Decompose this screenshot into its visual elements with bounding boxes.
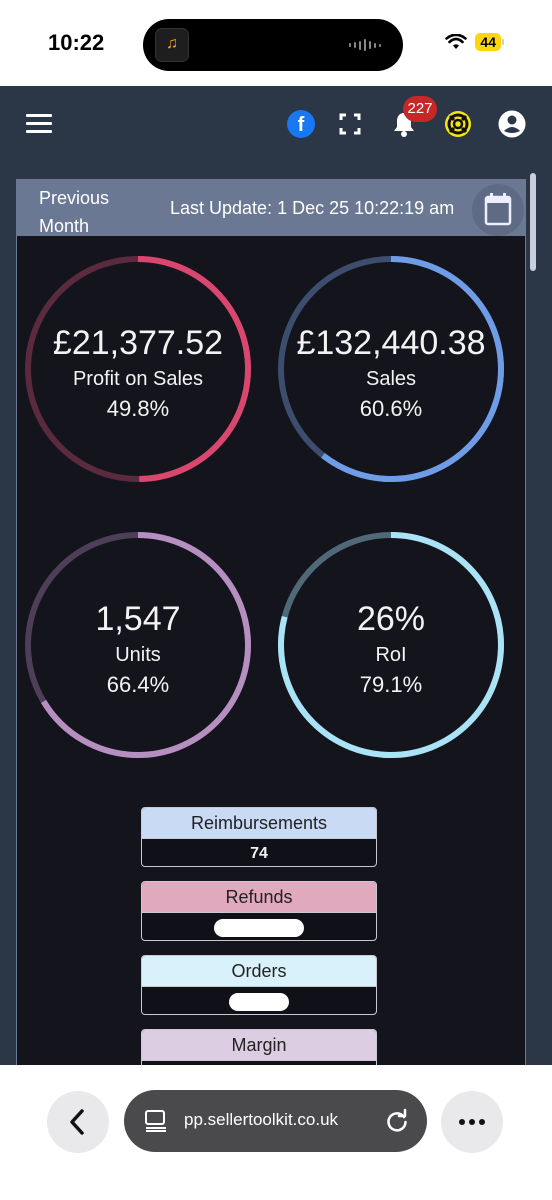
stat-refunds[interactable]: Refunds bbox=[141, 881, 377, 941]
more-button[interactable] bbox=[441, 1091, 503, 1153]
url-text: pp.sellertoolkit.co.uk bbox=[184, 1110, 339, 1129]
audio-wave-icon bbox=[349, 39, 381, 51]
gauge-percent: 79.1% bbox=[359, 672, 423, 697]
gauge-percent: 66.4% bbox=[106, 672, 170, 697]
back-icon bbox=[70, 1109, 84, 1135]
wifi-icon bbox=[445, 34, 468, 49]
period-label-line1: Previous bbox=[39, 188, 110, 208]
gauge-roi: 26% RoI 79.1% bbox=[276, 530, 506, 760]
stat-orders[interactable]: Orders bbox=[141, 955, 377, 1015]
gauge-value: 1,547 bbox=[95, 600, 181, 638]
notification-badge: 227 bbox=[403, 96, 437, 122]
period-label[interactable]: Previous Month bbox=[39, 184, 109, 240]
tabs-icon bbox=[145, 1110, 166, 1132]
help-icon[interactable] bbox=[444, 110, 472, 138]
last-update-text: Last Update: 1 Dec 25 10:22:19 am bbox=[170, 198, 455, 218]
fullscreen-icon[interactable] bbox=[336, 110, 364, 138]
panel-header: Previous Month Last Update: 1 Dec 25 10:… bbox=[17, 180, 525, 236]
gauge-value: £132,440.38 bbox=[296, 324, 486, 362]
now-playing-thumbnail: ♫ bbox=[155, 28, 189, 62]
stat-value-redacted bbox=[142, 986, 376, 1014]
user-icon[interactable] bbox=[498, 110, 526, 138]
redaction-mark bbox=[229, 992, 289, 1011]
stat-value-redacted bbox=[142, 912, 376, 940]
calendar-icon bbox=[484, 193, 512, 226]
gauge-label: Sales bbox=[365, 368, 417, 390]
more-icon bbox=[459, 1119, 485, 1125]
gauge-label: Units bbox=[115, 644, 161, 666]
period-label-line2: Month bbox=[39, 216, 90, 236]
hamburger-icon[interactable] bbox=[26, 114, 52, 134]
battery-cap bbox=[502, 39, 504, 45]
app-header: f bbox=[0, 86, 552, 163]
stat-value: 74 bbox=[142, 838, 376, 866]
stat-title: Margin bbox=[142, 1030, 376, 1060]
gauge-value: 26% bbox=[356, 600, 426, 638]
gauge-profit: £21,377.52 Profit on Sales 49.8% bbox=[23, 254, 253, 484]
scrollbar[interactable] bbox=[530, 173, 536, 271]
battery-indicator: 44 bbox=[475, 33, 501, 51]
main-content: Previous Month Last Update: 1 Dec 25 10:… bbox=[0, 163, 552, 1089]
gauge-percent: 60.6% bbox=[359, 396, 423, 421]
clock: 10:22 bbox=[48, 30, 105, 55]
address-bar[interactable]: pp.sellertoolkit.co.uk bbox=[124, 1090, 427, 1152]
stat-title: Reimbursements bbox=[142, 808, 376, 838]
stat-reimbursements[interactable]: Reimbursements 74 bbox=[141, 807, 377, 867]
reload-icon[interactable] bbox=[384, 1108, 410, 1134]
back-button[interactable] bbox=[47, 1091, 109, 1153]
gauge-label: Profit on Sales bbox=[72, 368, 204, 390]
redaction-mark bbox=[214, 918, 304, 937]
dynamic-island: ♫ bbox=[143, 19, 403, 71]
stat-title: Refunds bbox=[142, 882, 376, 912]
status-bar: 10:22 ♫ 44 bbox=[0, 0, 552, 86]
gauge-units: 1,547 Units 66.4% bbox=[23, 530, 253, 760]
dashboard-panel: Previous Month Last Update: 1 Dec 25 10:… bbox=[16, 179, 526, 1089]
gauge-label: RoI bbox=[375, 644, 407, 666]
facebook-icon[interactable]: f bbox=[287, 110, 315, 138]
gauge-sales: £132,440.38 Sales 60.6% bbox=[276, 254, 506, 484]
stat-title: Orders bbox=[142, 956, 376, 986]
gauge-value: £21,377.52 bbox=[52, 324, 224, 362]
calendar-button[interactable] bbox=[472, 184, 524, 236]
gauge-percent: 49.8% bbox=[106, 396, 170, 421]
browser-toolbar: pp.sellertoolkit.co.uk bbox=[0, 1065, 552, 1200]
